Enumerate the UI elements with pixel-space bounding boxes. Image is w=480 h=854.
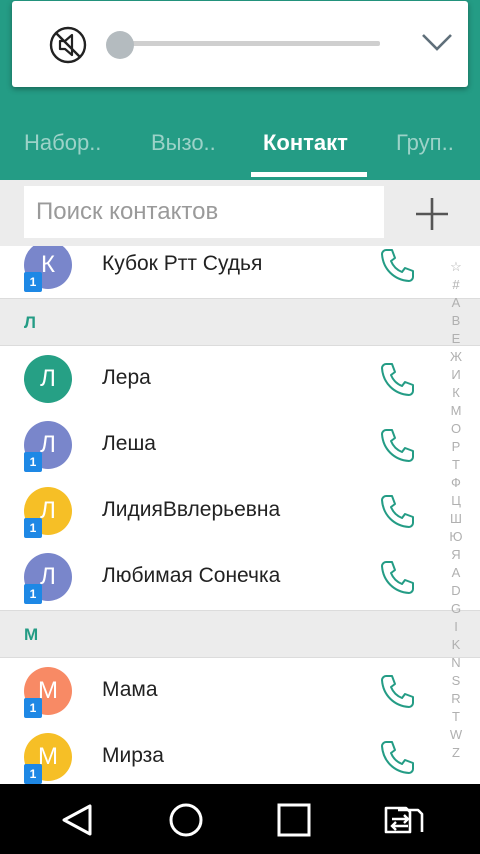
sim-badge: 1 <box>24 452 42 472</box>
search-bar <box>0 180 480 246</box>
index-letter[interactable]: Ю <box>444 528 468 546</box>
volume-panel <box>12 1 468 87</box>
index-letter[interactable]: А <box>444 294 468 312</box>
index-letter[interactable]: R <box>444 690 468 708</box>
sim-badge: 1 <box>24 584 42 604</box>
index-letter[interactable]: ☆ <box>444 258 468 276</box>
index-letter[interactable]: A <box>444 564 468 582</box>
index-letter[interactable]: Ж <box>444 348 468 366</box>
index-letter[interactable]: N <box>444 654 468 672</box>
sim-badge: 1 <box>24 698 42 718</box>
navigation-bar <box>0 784 480 854</box>
index-letter[interactable]: Ц <box>444 492 468 510</box>
index-letter[interactable]: Z <box>444 744 468 762</box>
contact-row[interactable]: К 1 Кубок Ртт Судья <box>0 246 480 298</box>
index-letter[interactable]: Ф <box>444 474 468 492</box>
contact-row[interactable]: Л Лера <box>0 346 480 412</box>
contact-name: ЛидияВвлерьевна <box>102 498 281 521</box>
index-letter[interactable]: И <box>444 366 468 384</box>
index-letter[interactable]: Е <box>444 330 468 348</box>
section-header: М <box>0 610 480 658</box>
contact-name: Мама <box>102 678 158 701</box>
index-letter[interactable]: Т <box>444 456 468 474</box>
index-letter[interactable]: О <box>444 420 468 438</box>
contact-row[interactable]: М 1 Мама <box>0 658 480 724</box>
phone-icon[interactable] <box>378 738 416 776</box>
contact-row[interactable]: М 1 Мирза <box>0 724 480 784</box>
index-letter[interactable]: G <box>444 600 468 618</box>
contact-name: Кубок Ртт Судья <box>102 252 263 275</box>
contact-row[interactable]: Л 1 Леша <box>0 412 480 478</box>
index-letter[interactable]: Я <box>444 546 468 564</box>
index-letter[interactable]: В <box>444 312 468 330</box>
index-letter[interactable]: К <box>444 384 468 402</box>
alphabet-index[interactable]: ☆ # А В Е Ж И К М О Р Т Ф Ц Ш Ю Я A D G I K N S R T W Z <box>444 258 468 764</box>
index-letter[interactable]: Р <box>444 438 468 456</box>
section-letter: М <box>24 625 39 644</box>
index-letter[interactable]: D <box>444 582 468 600</box>
recents-icon[interactable] <box>272 798 316 842</box>
contact-name: Лера <box>102 366 151 389</box>
search-input[interactable] <box>24 186 384 238</box>
index-letter[interactable]: # <box>444 276 468 294</box>
contact-name: Любимая Сонечка <box>102 564 281 587</box>
contact-name: Леша <box>102 432 156 455</box>
contact-list[interactable]: К 1 Кубок Ртт Судья Л Л Лера Л 1 Леша Л 1 ЛидияВвле… <box>0 246 480 784</box>
index-letter[interactable]: W <box>444 726 468 744</box>
sim-badge: 1 <box>24 764 42 784</box>
index-letter[interactable]: М <box>444 402 468 420</box>
tab-contacts[interactable]: Контакт <box>263 130 348 156</box>
contact-name: Мирза <box>102 744 164 767</box>
tab-dialer[interactable]: Набор.. <box>24 130 101 156</box>
sim-badge: 1 <box>24 518 42 538</box>
section-letter: Л <box>24 313 36 332</box>
sim-switch-icon[interactable] <box>382 798 426 842</box>
contact-row[interactable]: Л 1 Любимая Сонечка <box>0 544 480 610</box>
section-header: Л <box>0 298 480 346</box>
tab-calls[interactable]: Вызо.. <box>151 130 216 156</box>
volume-mute-icon[interactable] <box>48 25 88 65</box>
index-letter[interactable]: I <box>444 618 468 636</box>
index-letter[interactable]: K <box>444 636 468 654</box>
active-tab-indicator <box>251 172 367 177</box>
plus-icon[interactable] <box>412 194 452 234</box>
tab-bar: Набор.. Вызо.. Контакт Груп.. <box>0 120 480 178</box>
tab-groups[interactable]: Груп.. <box>396 130 454 156</box>
index-letter[interactable]: S <box>444 672 468 690</box>
volume-slider-track[interactable] <box>120 41 380 46</box>
chevron-down-icon[interactable] <box>420 29 454 55</box>
phone-icon[interactable] <box>378 360 416 398</box>
phone-icon[interactable] <box>378 558 416 596</box>
back-icon[interactable] <box>54 798 98 842</box>
index-letter[interactable]: Ш <box>444 510 468 528</box>
contact-row[interactable]: Л 1 ЛидияВвлерьевна <box>0 478 480 544</box>
phone-icon[interactable] <box>378 492 416 530</box>
home-icon[interactable] <box>164 798 208 842</box>
volume-slider-thumb[interactable] <box>106 31 134 59</box>
phone-icon[interactable] <box>378 246 416 284</box>
phone-icon[interactable] <box>378 672 416 710</box>
index-letter[interactable]: T <box>444 708 468 726</box>
phone-icon[interactable] <box>378 426 416 464</box>
sim-badge: 1 <box>24 272 42 292</box>
avatar[interactable]: Л <box>24 355 72 403</box>
